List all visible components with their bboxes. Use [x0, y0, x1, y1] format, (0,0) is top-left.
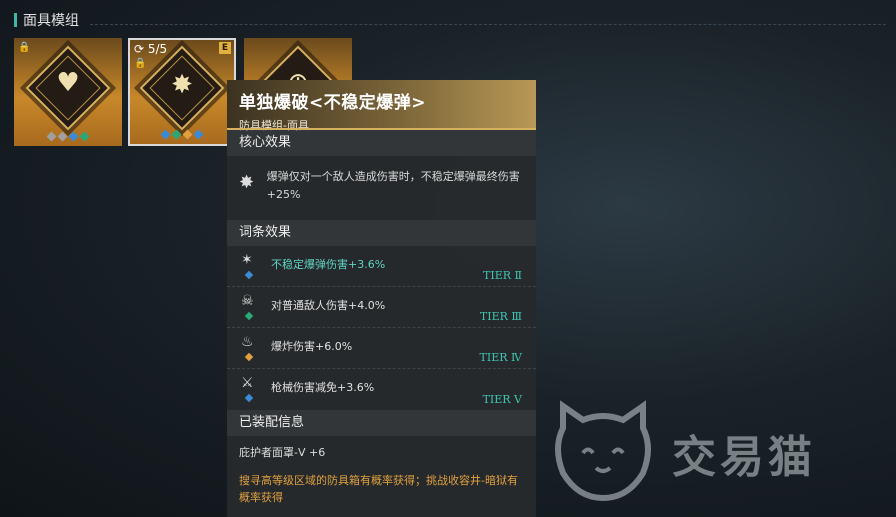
- bomb-icon: ✶: [241, 252, 253, 268]
- affix-row: ☠ 对普通敌人伤害+4.0% TIER Ⅲ: [227, 287, 536, 328]
- explosion-icon: ✸: [239, 172, 255, 193]
- affix-tier: TIER Ⅴ: [482, 393, 522, 406]
- core-effect-title: 核心效果: [227, 130, 536, 156]
- gem-row: [130, 129, 234, 140]
- equip-info-text: 庇护者面罩-V +6: [239, 446, 326, 459]
- gem-icon: [46, 131, 57, 142]
- affix-row: ♨ 爆炸伤害+6.0% TIER Ⅳ: [227, 328, 536, 369]
- section-accent-bar: [14, 13, 17, 27]
- lock-icon: 🔒: [134, 58, 147, 69]
- core-effect-text: 爆弹仅对一个敌人造成伤害时，不稳定爆弹最终伤害+25%: [266, 170, 520, 201]
- affix-row: ✶ 不稳定爆弹伤害+3.6% TIER Ⅱ: [227, 246, 536, 287]
- section-header: 面具模组: [14, 10, 79, 30]
- gem-icon: [57, 131, 68, 142]
- lock-icon: 🔒: [18, 42, 31, 53]
- cat-logo-icon: [555, 400, 651, 502]
- tooltip-header: 单独爆破<不稳定爆弹> 防具模组-面具: [227, 80, 536, 132]
- watermark: 交易猫: [548, 398, 816, 508]
- gem-icon: [79, 131, 90, 142]
- section-title: 面具模组: [23, 13, 79, 29]
- equip-info-title: 已装配信息: [227, 410, 536, 436]
- source-text: 搜寻高等级区域的防具箱有概率获得；挑战收容井-暗狱有概率获得: [239, 474, 518, 504]
- watermark-text: 交易猫: [672, 432, 816, 483]
- gem-icon: [193, 129, 204, 140]
- affix-row: ⚔ 枪械伤害减免+3.6% TIER Ⅴ: [227, 369, 536, 410]
- gem-icon: [244, 352, 254, 362]
- gem-icon: [160, 129, 171, 140]
- affix-tier: TIER Ⅳ: [479, 351, 522, 364]
- gem-icon: [244, 270, 254, 280]
- affix-title: 词条效果: [227, 220, 536, 246]
- gem-icon: [244, 393, 254, 403]
- gem-row: [14, 131, 122, 142]
- mod-card-heart[interactable]: 🔒 ♥: [14, 38, 122, 146]
- equipped-badge: E: [219, 42, 231, 54]
- affix-tier: TIER Ⅱ: [483, 269, 522, 282]
- gem-icon: [171, 129, 182, 140]
- gem-icon: [68, 131, 79, 142]
- header-divider: [90, 24, 886, 25]
- gem-icon: [182, 129, 193, 140]
- fire-icon: ♨: [241, 334, 254, 350]
- enemy-icon: ☠: [241, 293, 254, 309]
- gem-icon: [244, 311, 254, 321]
- core-effect: ✸ 爆弹仅对一个敌人造成伤害时，不稳定爆弹最终伤害+25%: [227, 156, 536, 220]
- heart-icon: ♥: [56, 68, 80, 98]
- mod-card-explosive[interactable]: ⟳ 5/5 E 🔒 ✸: [128, 38, 236, 146]
- stack-count: ⟳ 5/5: [134, 42, 168, 56]
- mod-tooltip: 单独爆破<不稳定爆弹> 防具模组-面具 核心效果 ✸ 爆弹仅对一个敌人造成伤害时…: [227, 80, 536, 517]
- affix-tier: TIER Ⅲ: [479, 310, 522, 323]
- mod-type: 防具模组-面具: [239, 119, 309, 132]
- affix-list: ✶ 不稳定爆弹伤害+3.6% TIER Ⅱ ☠ 对普通敌人伤害+4.0% TIE…: [227, 246, 536, 410]
- explosion-icon: ✸: [171, 70, 193, 100]
- mod-title: 单独爆破<不稳定爆弹>: [239, 93, 426, 113]
- gun-shield-icon: ⚔: [241, 375, 254, 391]
